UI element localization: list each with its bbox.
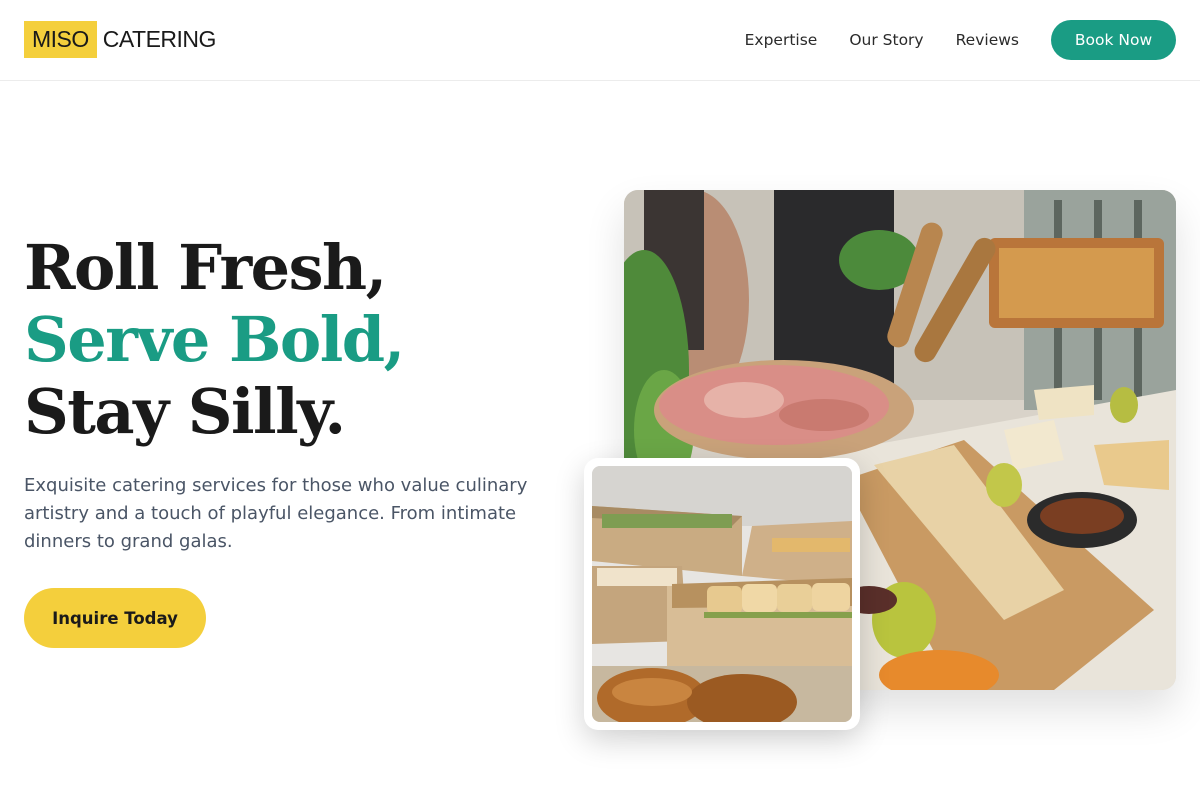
sandwich-boxes-card [584,458,860,730]
logo[interactable]: MISO CATERING [24,21,216,58]
hero-headline: Roll Fresh, Serve Bold, Stay Silly. [24,231,405,448]
hero-subtext: Exquisite catering services for those wh… [24,475,528,552]
nav-link-expertise[interactable]: Expertise [745,31,818,49]
headline-line-2: Serve Bold, [24,303,405,376]
nav-link-our-story[interactable]: Our Story [849,31,923,49]
nav-link-reviews[interactable]: Reviews [956,31,1019,49]
headline-line-1: Roll Fresh, [24,231,387,304]
book-now-button[interactable]: Book Now [1051,20,1176,60]
headline-line-3: Stay Silly. [24,375,346,448]
logo-highlight: MISO [24,21,97,58]
logo-text: CATERING [102,26,217,52]
main-nav: Expertise Our Story Reviews Book Now [745,20,1176,60]
inquire-today-button[interactable]: Inquire Today [24,588,206,648]
site-header: MISO CATERING Expertise Our Story Review… [0,0,1200,81]
sandwich-boxes-image [592,466,852,722]
